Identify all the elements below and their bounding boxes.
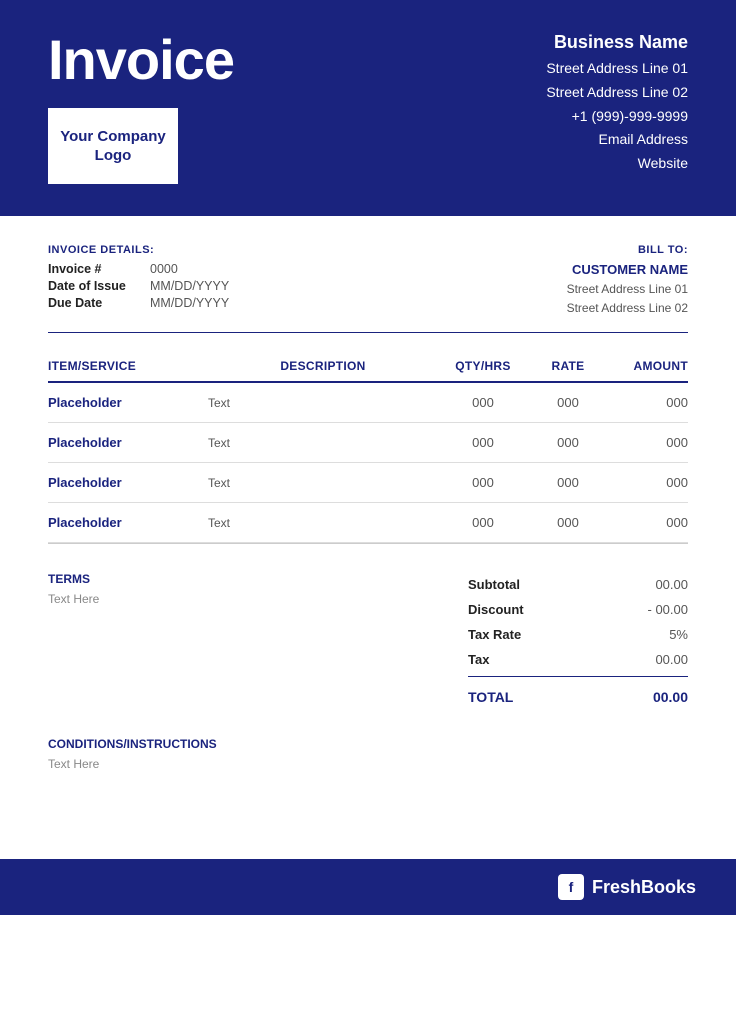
- subtotal-value: 00.00: [655, 577, 688, 592]
- bill-address: Street Address Line 01 Street Address Li…: [488, 280, 688, 318]
- tax-row: Tax 00.00: [468, 647, 688, 672]
- row2-item: Placeholder: [48, 435, 208, 450]
- row1-qty: 000: [438, 395, 528, 410]
- terms-label: TERMS: [48, 572, 348, 586]
- date-of-issue-val: MM/DD/YYYY: [150, 279, 229, 293]
- col-description: DESCRIPTION: [208, 359, 438, 373]
- logo-text: Your Company Logo: [50, 127, 176, 166]
- phone: +1 (999)-999-9999: [546, 105, 688, 129]
- table-row: Placeholder Text 000 000 000: [48, 423, 688, 463]
- row3-rate: 000: [528, 475, 608, 490]
- row4-amount: 000: [608, 515, 688, 530]
- row2-desc: Text: [208, 436, 438, 450]
- bottom-section: TERMS Text Here Subtotal 00.00 Discount …: [48, 572, 688, 709]
- subtotal-row: Subtotal 00.00: [468, 572, 688, 597]
- due-date-key: Due Date: [48, 296, 138, 310]
- discount-row: Discount - 00.00: [468, 597, 688, 622]
- invoice-number-val: 0000: [150, 262, 178, 276]
- customer-name: CUSTOMER NAME: [488, 262, 688, 277]
- row2-rate: 000: [528, 435, 608, 450]
- business-info: Street Address Line 01 Street Address Li…: [546, 57, 688, 176]
- tax-rate-value: 5%: [669, 627, 688, 642]
- fb-icon-letter: f: [569, 879, 574, 895]
- table-row: Placeholder Text 000 000 000: [48, 503, 688, 543]
- table-row: Placeholder Text 000 000 000: [48, 383, 688, 423]
- address-line2: Street Address Line 02: [546, 81, 688, 105]
- col-item: ITEM/SERVICE: [48, 359, 208, 373]
- body: INVOICE DETAILS: Invoice # 0000 Date of …: [0, 216, 736, 799]
- bill-to-label: BILL TO:: [488, 244, 688, 256]
- totals-section: Subtotal 00.00 Discount - 00.00 Tax Rate…: [468, 572, 688, 709]
- tax-value: 00.00: [655, 652, 688, 667]
- discount-label: Discount: [468, 602, 524, 617]
- freshbooks-icon: f: [558, 874, 584, 900]
- header-divider: [48, 332, 688, 333]
- bill-address-line2: Street Address Line 02: [488, 299, 688, 318]
- table-header: ITEM/SERVICE DESCRIPTION QTY/HRS RATE AM…: [48, 351, 688, 383]
- due-date-val: MM/DD/YYYY: [150, 296, 229, 310]
- header-right: Business Name Street Address Line 01 Str…: [546, 32, 688, 176]
- row3-item: Placeholder: [48, 475, 208, 490]
- row3-amount: 000: [608, 475, 688, 490]
- table-section: ITEM/SERVICE DESCRIPTION QTY/HRS RATE AM…: [48, 351, 688, 544]
- row4-desc: Text: [208, 516, 438, 530]
- total-divider: [468, 676, 688, 677]
- business-name: Business Name: [546, 32, 688, 53]
- tax-label: Tax: [468, 652, 489, 667]
- discount-value: - 00.00: [648, 602, 688, 617]
- invoice-number-key: Invoice #: [48, 262, 138, 276]
- invoice-details: INVOICE DETAILS: Invoice # 0000 Date of …: [48, 244, 488, 313]
- date-of-issue-row: Date of Issue MM/DD/YYYY: [48, 279, 488, 293]
- row4-qty: 000: [438, 515, 528, 530]
- bill-to: BILL TO: CUSTOMER NAME Street Address Li…: [488, 244, 688, 318]
- bill-address-line1: Street Address Line 01: [488, 280, 688, 299]
- row1-desc: Text: [208, 396, 438, 410]
- row1-rate: 000: [528, 395, 608, 410]
- invoice-details-label: INVOICE DETAILS:: [48, 244, 488, 256]
- conditions-text: Text Here: [48, 757, 688, 771]
- tax-rate-row: Tax Rate 5%: [468, 622, 688, 647]
- email: Email Address: [546, 128, 688, 152]
- date-of-issue-key: Date of Issue: [48, 279, 138, 293]
- address-line1: Street Address Line 01: [546, 57, 688, 81]
- col-rate: RATE: [528, 359, 608, 373]
- conditions-section: CONDITIONS/INSTRUCTIONS Text Here: [48, 737, 688, 771]
- freshbooks-brand-name: FreshBooks: [592, 877, 696, 898]
- header: Invoice Your Company Logo Business Name …: [0, 0, 736, 216]
- row2-qty: 000: [438, 435, 528, 450]
- header-left: Invoice Your Company Logo: [48, 32, 234, 184]
- row3-qty: 000: [438, 475, 528, 490]
- invoice-title: Invoice: [48, 32, 234, 88]
- freshbooks-logo: f FreshBooks: [558, 874, 696, 900]
- row1-amount: 000: [608, 395, 688, 410]
- website: Website: [546, 152, 688, 176]
- row2-amount: 000: [608, 435, 688, 450]
- row4-rate: 000: [528, 515, 608, 530]
- details-row: INVOICE DETAILS: Invoice # 0000 Date of …: [48, 244, 688, 318]
- table-bottom-divider: [48, 543, 688, 544]
- subtotal-label: Subtotal: [468, 577, 520, 592]
- row3-desc: Text: [208, 476, 438, 490]
- col-amount: AMOUNT: [608, 359, 688, 373]
- row1-item: Placeholder: [48, 395, 208, 410]
- total-label: TOTAL: [468, 689, 513, 705]
- total-final-row: TOTAL 00.00: [468, 681, 688, 709]
- col-qty: QTY/HRS: [438, 359, 528, 373]
- due-date-row: Due Date MM/DD/YYYY: [48, 296, 488, 310]
- conditions-label: CONDITIONS/INSTRUCTIONS: [48, 737, 688, 751]
- terms-text: Text Here: [48, 592, 348, 606]
- table-row: Placeholder Text 000 000 000: [48, 463, 688, 503]
- total-value: 00.00: [653, 689, 688, 705]
- footer: f FreshBooks: [0, 859, 736, 915]
- row4-item: Placeholder: [48, 515, 208, 530]
- invoice-number-row: Invoice # 0000: [48, 262, 488, 276]
- tax-rate-label: Tax Rate: [468, 627, 521, 642]
- logo-box: Your Company Logo: [48, 108, 178, 184]
- terms-section: TERMS Text Here: [48, 572, 348, 709]
